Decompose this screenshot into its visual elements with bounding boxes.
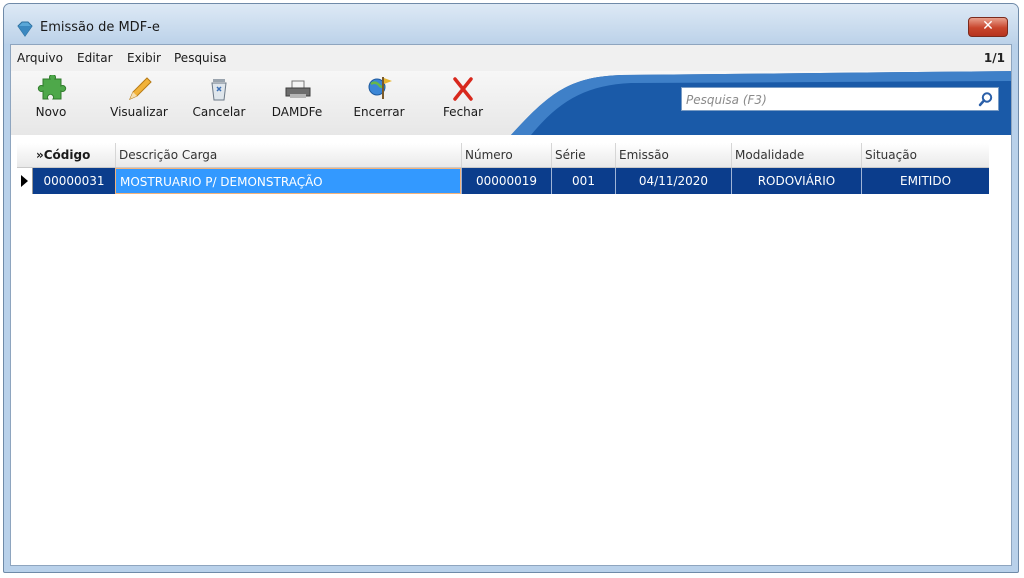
damdfe-button[interactable]: DAMDFe [265, 75, 329, 127]
col-header-codigo[interactable]: »Código [33, 143, 115, 167]
puzzle-add-icon [37, 75, 67, 100]
printer-icon [285, 80, 311, 98]
app-gem-icon [17, 21, 33, 37]
client-area: Arquivo Editar Exibir Pesquisa 1/1 Novo [10, 44, 1012, 566]
search-input[interactable] [684, 90, 972, 110]
grid-header: »Código Descrição Carga Número Série Emi… [17, 143, 989, 168]
cell-situacao[interactable]: EMITIDO [861, 168, 989, 194]
search-icon[interactable] [978, 91, 994, 107]
mdfe-window: Emissão de MDF-e ✕ Arquivo Editar Exibir… [3, 3, 1019, 573]
cell-numero[interactable]: 00000019 [461, 168, 551, 194]
damdfe-label: DAMDFe [271, 105, 323, 119]
window-close-button[interactable]: ✕ [968, 17, 1008, 37]
window-title: Emissão de MDF-e [40, 20, 160, 35]
cell-modalidade[interactable]: RODOVIÁRIO [731, 168, 861, 194]
title-bar[interactable]: Emissão de MDF-e ✕ [4, 4, 1018, 44]
page-counter: 1/1 [983, 51, 1005, 65]
menu-bar: Arquivo Editar Exibir Pesquisa 1/1 [11, 45, 1011, 71]
visualizar-button[interactable]: Visualizar [103, 75, 175, 127]
cancelar-label: Cancelar [192, 105, 246, 119]
menu-arquivo[interactable]: Arquivo [17, 51, 63, 65]
col-header-emissao[interactable]: Emissão [615, 143, 731, 167]
fechar-label: Fechar [442, 105, 484, 119]
encerrar-button[interactable]: Encerrar [347, 75, 411, 127]
visualizar-label: Visualizar [110, 105, 168, 119]
novo-button[interactable]: Novo [25, 75, 77, 127]
menu-pesquisa[interactable]: Pesquisa [174, 51, 227, 65]
search-box[interactable] [681, 87, 999, 111]
toolbar: Novo Visualizar Cancelar DAMDFe Encerrar… [11, 71, 1011, 135]
col-header-modalidade[interactable]: Modalidade [731, 143, 861, 167]
pencil-icon [129, 77, 152, 100]
encerrar-label: Encerrar [353, 105, 405, 119]
novo-label: Novo [35, 105, 67, 119]
fechar-button[interactable]: Fechar [431, 75, 495, 127]
trash-icon [211, 79, 227, 101]
cancelar-button[interactable]: Cancelar [187, 75, 251, 127]
menu-editar[interactable]: Editar [77, 51, 113, 65]
row-selector-arrow-icon [17, 168, 33, 194]
cell-emissao[interactable]: 04/11/2020 [615, 168, 731, 194]
col-header-serie[interactable]: Série [551, 143, 615, 167]
cell-descricao[interactable]: MOSTRUARIO P/ DEMONSTRAÇÃO [115, 168, 461, 194]
col-header-situacao[interactable]: Situação [861, 143, 989, 167]
globe-finish-icon [368, 77, 392, 99]
close-x-icon [453, 77, 473, 101]
table-row[interactable]: 00000031 MOSTRUARIO P/ DEMONSTRAÇÃO 0000… [17, 168, 989, 194]
cell-codigo[interactable]: 00000031 [33, 168, 115, 194]
menu-exibir[interactable]: Exibir [127, 51, 161, 65]
col-header-numero[interactable]: Número [461, 143, 551, 167]
col-header-descricao[interactable]: Descrição Carga [115, 143, 461, 167]
mdfe-grid: »Código Descrição Carga Número Série Emi… [17, 143, 989, 194]
cell-serie[interactable]: 001 [551, 168, 615, 194]
